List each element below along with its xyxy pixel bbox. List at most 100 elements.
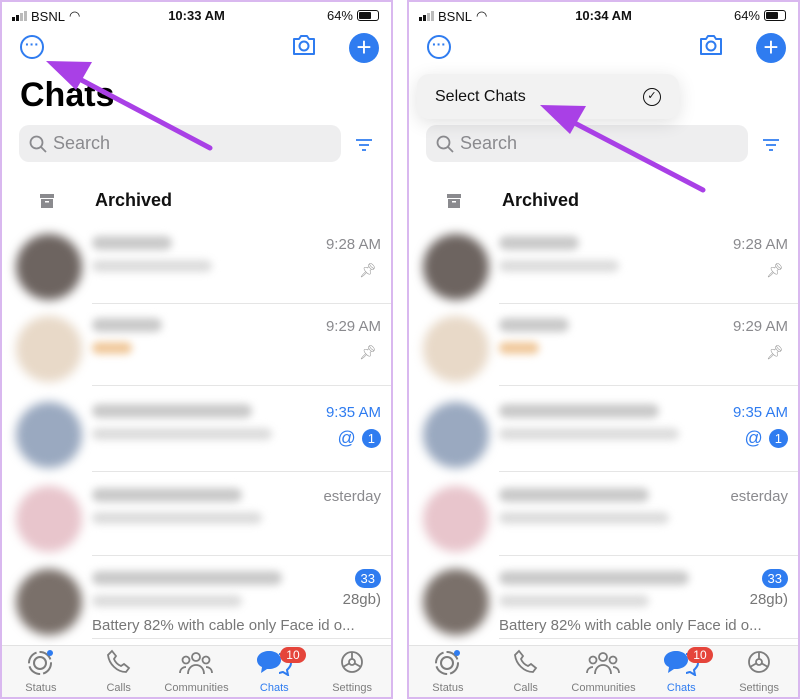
camera-icon[interactable]	[698, 33, 724, 57]
avatar	[16, 569, 82, 635]
chat-name-redacted	[499, 318, 569, 332]
chat-time: esterday	[730, 488, 788, 505]
unread-badge: 1	[361, 429, 381, 448]
new-chat-button[interactable]: +	[756, 33, 786, 63]
tab-chats[interactable]: 10 Chats	[235, 646, 313, 697]
tab-chats[interactable]: 10 Chats	[642, 646, 720, 697]
mention-icon: @	[337, 428, 356, 448]
communities-icon	[178, 648, 214, 682]
tab-label: Status	[25, 682, 57, 694]
tab-label: Calls	[513, 682, 538, 694]
communities-icon	[585, 648, 621, 682]
unread-badge: 1	[768, 429, 788, 448]
divider	[499, 638, 798, 639]
checkmark-circle-icon: ✓	[643, 87, 661, 106]
avatar	[423, 569, 489, 635]
divider	[92, 638, 391, 639]
tab-status[interactable]: Status	[409, 646, 487, 697]
chat-preview-redacted	[92, 512, 262, 524]
chat-row[interactable]: 9:28 AM 📌︎	[409, 222, 798, 304]
search-input[interactable]: Search	[426, 125, 748, 162]
tab-label: Settings	[739, 682, 779, 694]
chat-preview-redacted	[92, 260, 212, 272]
search-placeholder: Search	[460, 133, 518, 153]
chat-preview-redacted	[92, 428, 272, 440]
status-bar: BSNL ◠ 10:34 AM 64%	[409, 6, 798, 26]
divider	[92, 385, 391, 386]
chat-name-redacted	[499, 404, 659, 418]
phone-icon	[512, 648, 540, 682]
chat-name-redacted	[92, 318, 162, 332]
tab-calls[interactable]: Calls	[80, 646, 158, 697]
chat-time: 9:35 AM	[732, 404, 788, 421]
tab-label: Communities	[571, 682, 636, 694]
battery-percent: 64%	[733, 8, 760, 23]
filter-icon[interactable]	[761, 138, 781, 152]
phone-icon	[105, 648, 133, 682]
chat-name-redacted	[92, 488, 242, 502]
chat-name-redacted	[92, 404, 252, 418]
tab-settings[interactable]: Settings	[720, 646, 798, 697]
new-chat-button[interactable]: +	[349, 33, 379, 63]
chat-time: esterday	[323, 488, 381, 505]
chat-preview: Battery 82% with cable only Face id o...	[92, 617, 355, 634]
chat-row[interactable]: 9:29 AM 📌︎	[409, 304, 798, 386]
chat-row[interactable]: esterday	[409, 474, 798, 556]
archive-icon	[40, 193, 54, 208]
gear-icon	[745, 648, 773, 682]
tab-calls[interactable]: Calls	[487, 646, 565, 697]
avatar	[16, 486, 82, 552]
pin-icon: 📌︎	[766, 262, 784, 278]
filter-icon[interactable]	[354, 138, 374, 152]
archived-row[interactable]: Archived	[39, 190, 172, 211]
chat-name-redacted	[499, 236, 579, 250]
battery-icon	[764, 10, 786, 21]
chat-row[interactable]: 33 28gb) Battery 82% with cable only Face …	[409, 557, 798, 639]
chat-row[interactable]: 9:35 AM @1	[409, 390, 798, 472]
more-options-button[interactable]: ···	[427, 35, 451, 59]
pin-icon: 📌︎	[359, 262, 377, 278]
archive-icon	[447, 193, 461, 208]
tab-bar: Status Calls Communities 10 Chats Settings	[409, 645, 798, 697]
battery-percent: 64%	[326, 8, 353, 23]
tab-status[interactable]: Status	[2, 646, 80, 697]
chat-name-redacted	[92, 571, 282, 585]
search-icon	[436, 135, 454, 153]
tab-communities[interactable]: Communities	[565, 646, 643, 697]
pin-icon: 📌︎	[359, 344, 377, 360]
tab-communities[interactable]: Communities	[158, 646, 236, 697]
search-icon	[29, 135, 47, 153]
tab-badge: 10	[280, 647, 306, 663]
avatar	[423, 234, 489, 300]
chat-time: 9:29 AM	[325, 318, 381, 335]
chat-preview-redacted	[499, 595, 649, 607]
archived-label: Archived	[95, 190, 173, 210]
divider	[92, 471, 391, 472]
chat-row[interactable]: 9:35 AM @1	[2, 390, 391, 472]
chat-row[interactable]: esterday	[2, 474, 391, 556]
chat-time: 9:28 AM	[732, 236, 788, 253]
archived-label: Archived	[502, 190, 580, 210]
chat-row[interactable]: 9:29 AM 📌︎	[2, 304, 391, 386]
chat-preview-redacted	[92, 342, 132, 354]
avatar	[16, 316, 82, 382]
chat-preview-end: 28gb)	[342, 591, 381, 608]
divider	[499, 385, 798, 386]
tab-settings[interactable]: Settings	[313, 646, 391, 697]
status-icon	[27, 648, 55, 682]
chat-row[interactable]: 33 28gb) Battery 82% with cable only Face …	[2, 557, 391, 639]
chat-preview-redacted	[499, 512, 669, 524]
select-chats-menu-item[interactable]: Select Chats ✓	[417, 74, 679, 119]
search-input[interactable]: Search	[19, 125, 341, 162]
archived-row[interactable]: Archived	[446, 190, 579, 211]
camera-icon[interactable]	[291, 33, 317, 57]
phone-screen-after: BSNL◠ 10:34 AM 64% ··· + Chats Search Ar…	[407, 0, 800, 699]
chat-row[interactable]: 9:28 AM 📌︎	[2, 222, 391, 304]
divider	[92, 555, 391, 556]
page-title: Chats	[20, 76, 115, 114]
battery-icon	[357, 10, 379, 21]
status-bar: BSNL ◠ 10:33 AM 64%	[2, 6, 391, 26]
tab-label: Communities	[164, 682, 229, 694]
more-options-button[interactable]: ···	[20, 35, 44, 59]
status-icon	[434, 648, 462, 682]
